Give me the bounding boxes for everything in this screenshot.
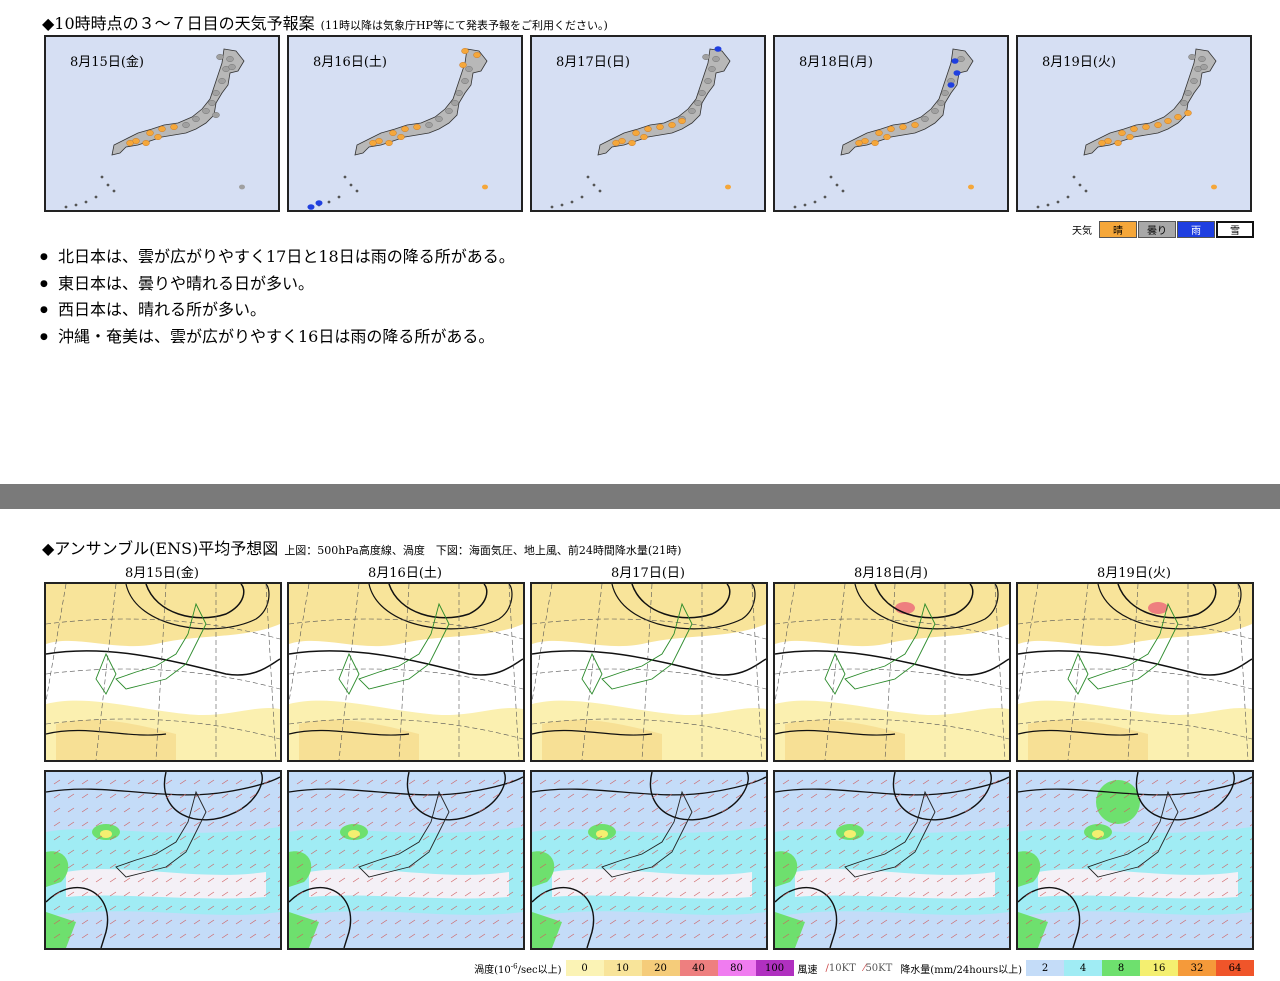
ensemble-date: 8月18日(月): [854, 566, 928, 581]
vorticity-swatch: 80: [717, 960, 756, 976]
precip-swatch: 16: [1140, 960, 1178, 976]
forecast-date: 8月15日(金): [70, 55, 144, 70]
ens-upper-map: [773, 582, 1011, 762]
forecast-map-day-4: 8月18日(月): [773, 35, 1009, 212]
ensemble-date: 8月16日(土): [368, 566, 442, 581]
ens-upper-map: [1016, 582, 1254, 762]
wind-50kt-icon: ⁄50KT: [863, 962, 893, 974]
forecast-date: 8月18日(月): [799, 55, 873, 70]
forecast-section-title: ◆10時時点の３～７日目の天気予報案 (11時以降は気象庁HP等にて発表予報をご利…: [42, 10, 608, 34]
vorticity-swatch: 40: [679, 960, 718, 976]
forecast-date: 8月19日(火): [1042, 55, 1116, 70]
vorticity-swatch: 10: [603, 960, 642, 976]
forecast-date: 8月17日(日): [556, 55, 630, 70]
forecast-map-row: 8月15日(金) 8月16日(土) 8月17日(日) 8月18日(月) 8月19…: [44, 35, 1254, 215]
legend-snow: 雪: [1216, 220, 1254, 238]
ens-upper-map: [530, 582, 768, 762]
legend-rain: 雨: [1177, 220, 1215, 238]
ensemble-date-row: 8月15日(金) 8月16日(土) 8月17日(日) 8月18日(月) 8月19…: [44, 562, 1254, 581]
forecast-map-day-1: 8月15日(金): [44, 35, 280, 212]
ensemble-date: 8月17日(日): [611, 566, 685, 581]
wind-legend-label: 風速: [797, 964, 818, 976]
summary-item: 北日本は、雲が広がりやすく17日と18日は雨の降る所がある。: [40, 244, 515, 271]
legend-sunny: 晴: [1099, 220, 1137, 238]
forecast-map-day-2: 8月16日(土): [287, 35, 523, 212]
ens-upper-map: [287, 582, 525, 762]
ensemble-date: 8月19日(火): [1097, 566, 1171, 581]
ensemble-date: 8月15日(金): [125, 566, 199, 581]
legend-cloudy: 曇り: [1138, 220, 1176, 238]
summary-item: 東日本は、曇りや晴れる日が多い。: [40, 271, 515, 298]
forecast-date: 8月16日(土): [313, 55, 387, 70]
ensemble-note: 上図：500hPa高度線、渦度 下図：海面気圧、地上風、前24時間降水量(21時…: [284, 544, 682, 557]
ens-surface-map: [773, 770, 1011, 950]
forecast-map-day-5: 8月19日(火): [1016, 35, 1252, 212]
ensemble-section-title: ◆アンサンブル(ENS)平均予想図 上図：500hPa高度線、渦度 下図：海面気圧…: [42, 535, 681, 559]
precip-swatch: 64: [1216, 960, 1254, 976]
ens-surface-map: [1016, 770, 1254, 950]
ens-surface-map: [287, 770, 525, 950]
wind-10kt-icon: ∕10KT: [825, 962, 856, 974]
precip-swatch: 2: [1026, 960, 1064, 976]
vorticity-swatch: 20: [641, 960, 680, 976]
summary-item: 西日本は、晴れる所が多い。: [40, 297, 515, 324]
vorticity-swatch: 0: [565, 960, 604, 976]
summary-item: 沖縄・奄美は、雲が広がりやすく16日は雨の降る所がある。: [40, 324, 515, 351]
ensemble-title: ◆アンサンブル(ENS)平均予想図: [42, 539, 279, 558]
precip-swatch: 32: [1178, 960, 1216, 976]
weather-legend: 天気 晴 曇り 雨 雪: [1072, 220, 1254, 238]
ens-surface-map: [530, 770, 768, 950]
ensemble-legend: 渦度(10-6/sec以上) 0 10 20 40 80 100 風速 ∕10K…: [470, 959, 1254, 977]
forecast-summary-list: 北日本は、雲が広がりやすく17日と18日は雨の降る所がある。 東日本は、曇りや晴…: [40, 244, 515, 350]
precip-swatch: 8: [1102, 960, 1140, 976]
precip-legend-label: 降水量(mm/24hours以上): [900, 964, 1022, 976]
vorticity-swatch: 100: [755, 960, 794, 976]
forecast-map-day-3: 8月17日(日): [530, 35, 766, 212]
weather-legend-label: 天気: [1072, 225, 1092, 237]
vorticity-legend-label: 渦度(10-6/sec以上): [474, 962, 562, 976]
section-divider: [0, 484, 1280, 509]
precip-swatch: 4: [1064, 960, 1102, 976]
forecast-title: ◆10時時点の３～７日目の天気予報案: [42, 14, 315, 33]
ens-surface-map: [44, 770, 282, 950]
ens-upper-map: [44, 582, 282, 762]
forecast-note: (11時以降は気象庁HP等にて発表予報をご利用ください。): [320, 19, 608, 32]
